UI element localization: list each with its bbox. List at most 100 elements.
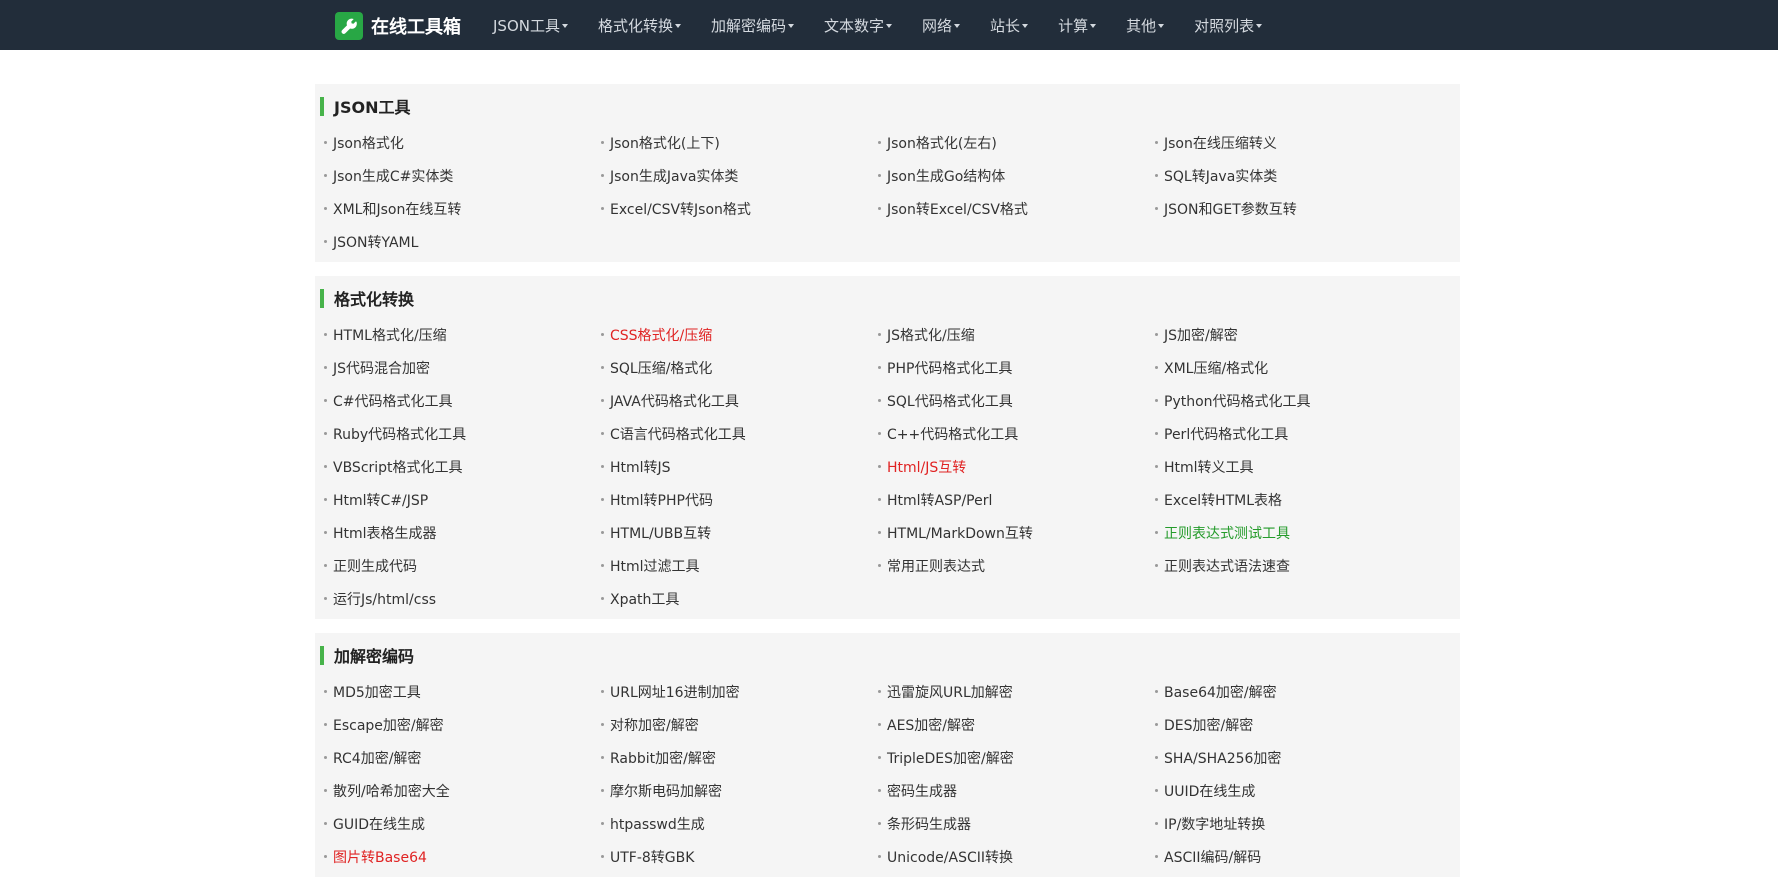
tool-link[interactable]: Html过滤工具 [601, 549, 878, 582]
tool-link[interactable]: GUID在线生成 [324, 807, 601, 840]
tool-link[interactable]: 摩尔斯电码加解密 [601, 774, 878, 807]
nav-json-tools[interactable]: JSON工具 [493, 15, 568, 36]
bullet-icon [601, 822, 604, 825]
tool-link[interactable]: C语言代码格式化工具 [601, 417, 878, 450]
tool-link[interactable]: Html表格生成器 [324, 516, 601, 549]
tool-link-label: 常用正则表达式 [887, 558, 985, 575]
tool-link[interactable]: Unicode/ASCII转换 [878, 840, 1155, 873]
tool-link[interactable]: IP/数字地址转换 [1155, 807, 1432, 840]
tool-link[interactable]: PHP代码格式化工具 [878, 351, 1155, 384]
tool-link[interactable]: Excel转HTML表格 [1155, 483, 1432, 516]
tool-link[interactable]: DES加密/解密 [1155, 708, 1432, 741]
tool-link[interactable]: 图片转Base64 [324, 840, 601, 873]
tool-link[interactable]: JSON和GET参数互转 [1155, 192, 1432, 225]
bullet-icon [324, 690, 327, 693]
tool-link[interactable]: 散列/哈希加密大全 [324, 774, 601, 807]
tool-link[interactable]: HTML格式化/压缩 [324, 318, 601, 351]
tool-link[interactable]: Escape加密/解密 [324, 708, 601, 741]
section-header: 加解密编码 [315, 633, 1460, 675]
tool-link[interactable]: 迅雷旋风URL加解密 [878, 675, 1155, 708]
tool-link[interactable]: ASCII编码/解码 [1155, 840, 1432, 873]
bullet-icon [1155, 855, 1158, 858]
tool-link[interactable]: UUID在线生成 [1155, 774, 1432, 807]
tool-link[interactable]: SQL代码格式化工具 [878, 384, 1155, 417]
nav-encrypt-encode[interactable]: 加解密编码 [711, 15, 795, 36]
nav-calculate[interactable]: 计算 [1058, 15, 1097, 36]
tool-link[interactable]: Perl代码格式化工具 [1155, 417, 1432, 450]
brand-logo[interactable]: 在线工具箱 [335, 12, 461, 40]
tool-link[interactable]: 正则生成代码 [324, 549, 601, 582]
tool-link[interactable]: JSON转YAML [324, 225, 601, 258]
tool-link-grid: Json格式化 Json格式化(上下) Json格式化(左右) Json在线压缩转义 J… [315, 126, 1460, 258]
tool-link[interactable]: 对称加密/解密 [601, 708, 878, 741]
tool-link[interactable]: 条形码生成器 [878, 807, 1155, 840]
tool-link[interactable]: Python代码格式化工具 [1155, 384, 1432, 417]
tool-link[interactable]: Base64加密/解密 [1155, 675, 1432, 708]
tool-link[interactable]: Rabbit加密/解密 [601, 741, 878, 774]
tool-link[interactable]: XML和Json在线互转 [324, 192, 601, 225]
tool-link[interactable]: Xpath工具 [601, 582, 878, 615]
tool-link[interactable]: 密码生成器 [878, 774, 1155, 807]
tool-link-label: UTF-8转GBK [610, 849, 695, 866]
tool-link[interactable]: htpasswd生成 [601, 807, 878, 840]
tool-link[interactable]: XML压缩/格式化 [1155, 351, 1432, 384]
tool-link-label: Html过滤工具 [610, 558, 700, 575]
nav-format-convert[interactable]: 格式化转换 [598, 15, 681, 36]
bullet-icon [878, 855, 881, 858]
tool-link[interactable]: AES加密/解密 [878, 708, 1155, 741]
bullet-icon [878, 531, 881, 534]
tool-link-label: 条形码生成器 [887, 816, 971, 833]
tool-link[interactable]: Json格式化(上下) [601, 126, 878, 159]
tool-link[interactable]: Json生成Go结构体 [878, 159, 1155, 192]
tool-link-label: Rabbit加密/解密 [610, 750, 716, 767]
tool-link[interactable]: Json生成C#实体类 [324, 159, 601, 192]
tool-link[interactable]: VBScript格式化工具 [324, 450, 601, 483]
nav-reference-list[interactable]: 对照列表 [1194, 15, 1263, 36]
tool-link[interactable]: Html转义工具 [1155, 450, 1432, 483]
tool-link[interactable]: JS加密/解密 [1155, 318, 1432, 351]
tool-link[interactable]: Json转Excel/CSV格式 [878, 192, 1155, 225]
tool-link[interactable]: Html转C#/JSP [324, 483, 601, 516]
tool-link[interactable]: Json生成Java实体类 [601, 159, 878, 192]
bullet-icon [878, 333, 881, 336]
tool-link-label: HTML/MarkDown互转 [887, 525, 1033, 542]
tool-link[interactable]: SQL转Java实体类 [1155, 159, 1432, 192]
tool-link[interactable]: Html转ASP/Perl [878, 483, 1155, 516]
tool-link[interactable]: JS代码混合加密 [324, 351, 601, 384]
tool-link[interactable]: TripleDES加密/解密 [878, 741, 1155, 774]
nav-webmaster[interactable]: 站长 [990, 15, 1029, 36]
tool-link[interactable]: Json在线压缩转义 [1155, 126, 1432, 159]
tool-link[interactable]: JAVA代码格式化工具 [601, 384, 878, 417]
tool-link[interactable]: HTML/UBB互转 [601, 516, 878, 549]
tool-link[interactable]: Json格式化 [324, 126, 601, 159]
tool-link[interactable]: Html转PHP代码 [601, 483, 878, 516]
tool-link[interactable]: Ruby代码格式化工具 [324, 417, 601, 450]
tool-link[interactable]: 正则表达式测试工具 [1155, 516, 1432, 549]
tool-link-label: RC4加密/解密 [333, 750, 422, 767]
bullet-icon [878, 723, 881, 726]
tool-link[interactable]: SHA/SHA256加密 [1155, 741, 1432, 774]
tool-link[interactable]: 正则表达式语法速查 [1155, 549, 1432, 582]
nav-text-number[interactable]: 文本数字 [824, 15, 893, 36]
nav-network[interactable]: 网络 [922, 15, 961, 36]
bullet-icon [601, 564, 604, 567]
bullet-icon [601, 465, 604, 468]
tool-link[interactable]: URL网址16进制加密 [601, 675, 878, 708]
tool-link[interactable]: C#代码格式化工具 [324, 384, 601, 417]
tool-link[interactable]: 常用正则表达式 [878, 549, 1155, 582]
tool-link[interactable]: HTML/MarkDown互转 [878, 516, 1155, 549]
tool-link[interactable]: JS格式化/压缩 [878, 318, 1155, 351]
tool-link-label: JAVA代码格式化工具 [610, 393, 739, 410]
tool-link[interactable]: RC4加密/解密 [324, 741, 601, 774]
tool-link[interactable]: UTF-8转GBK [601, 840, 878, 873]
tool-link[interactable]: Json格式化(左右) [878, 126, 1155, 159]
tool-link[interactable]: CSS格式化/压缩 [601, 318, 878, 351]
nav-other[interactable]: 其他 [1126, 15, 1165, 36]
tool-link[interactable]: SQL压缩/格式化 [601, 351, 878, 384]
tool-link[interactable]: Html转JS [601, 450, 878, 483]
tool-link[interactable]: MD5加密工具 [324, 675, 601, 708]
tool-link[interactable]: 运行Js/html/css [324, 582, 601, 615]
tool-link[interactable]: Html/JS互转 [878, 450, 1155, 483]
tool-link[interactable]: Excel/CSV转Json格式 [601, 192, 878, 225]
tool-link[interactable]: C++代码格式化工具 [878, 417, 1155, 450]
